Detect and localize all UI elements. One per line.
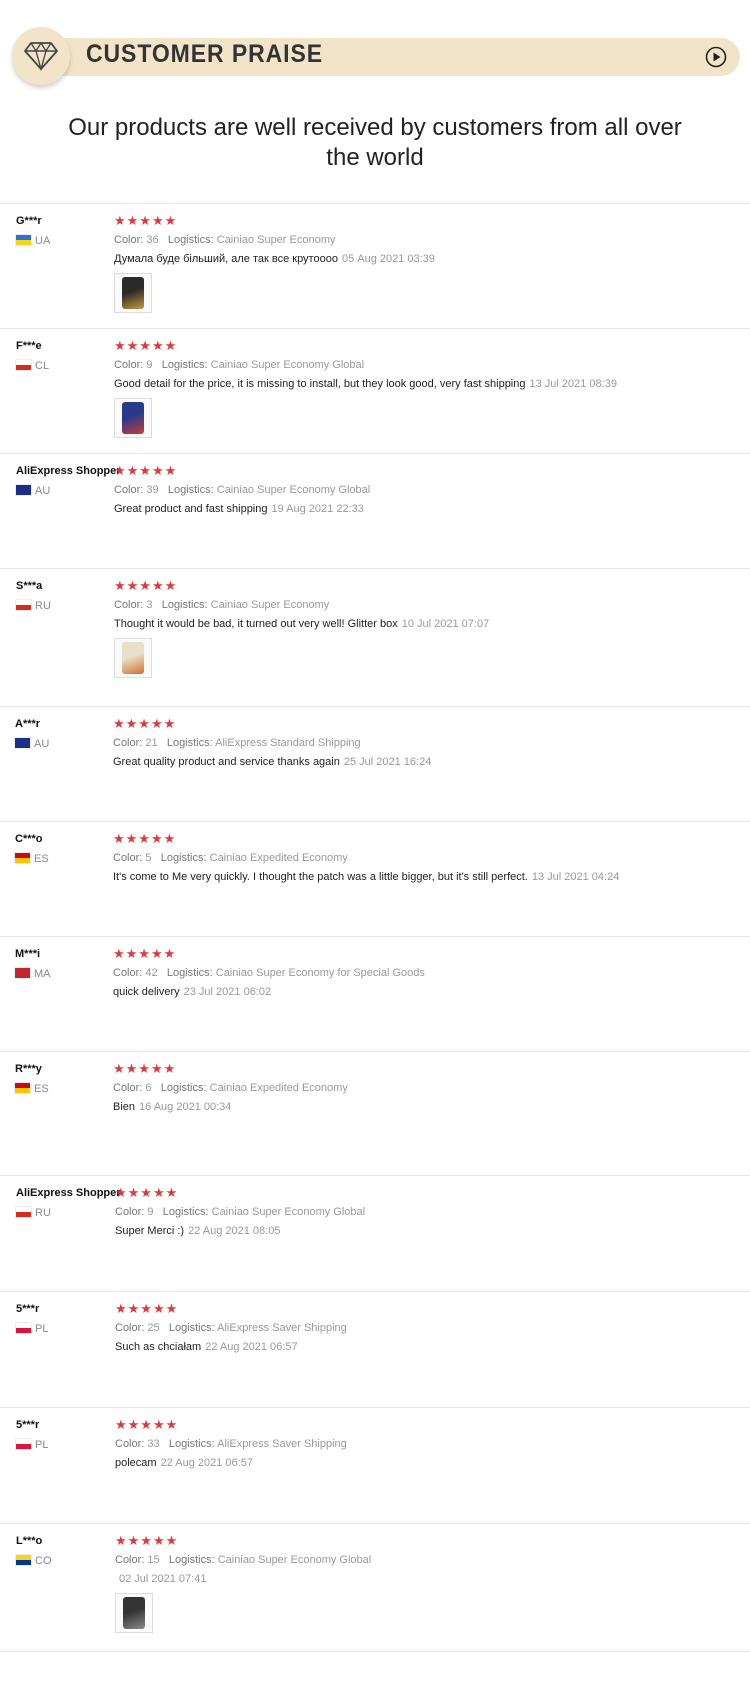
flag-icon [16, 1439, 31, 1449]
star-rating: ★★★★★ [114, 463, 178, 478]
flag-icon [16, 1555, 31, 1565]
review-text: quick delivery 23 Jul 2021 06:02 [113, 986, 272, 998]
reviewer-country: AU [15, 738, 49, 750]
review-text: Such as chciałam 22 Aug 2021 06:57 [115, 1341, 298, 1353]
review-divider [0, 203, 750, 204]
reviewer-country: PL [16, 1439, 48, 1451]
reviewer-country: UA [16, 235, 50, 247]
reviewer-country: RU [16, 600, 51, 612]
review-divider [0, 821, 750, 822]
reviewer-country: MA [15, 968, 51, 980]
flag-icon [16, 235, 31, 245]
star-rating: ★★★★★ [113, 831, 177, 846]
flag-icon [16, 1323, 31, 1333]
review-meta: Color: 6 Logistics: Cainiao Expedited Ec… [113, 1082, 348, 1094]
star-rating: ★★★★★ [114, 338, 178, 353]
reviewer-name: 5***r [16, 1419, 40, 1431]
review-divider [0, 1175, 750, 1176]
review-text: Thought it would be bad, it turned out v… [114, 618, 490, 630]
review-divider [0, 1291, 750, 1292]
star-rating: ★★★★★ [114, 213, 178, 228]
reviewer-country: CL [16, 360, 49, 372]
star-rating: ★★★★★ [115, 1417, 179, 1432]
flag-icon [15, 738, 30, 748]
flag-icon [16, 360, 31, 370]
flag-icon [15, 1083, 30, 1093]
reviewer-country: AU [16, 485, 50, 497]
star-rating: ★★★★★ [115, 1301, 179, 1316]
review-meta: Color: 39 Logistics: Cainiao Super Econo… [114, 484, 371, 496]
flag-icon [16, 485, 31, 495]
review-divider [0, 706, 750, 707]
star-rating: ★★★★★ [113, 716, 177, 731]
flag-icon [16, 600, 31, 610]
review-divider [0, 328, 750, 329]
reviewer-country: ES [15, 853, 49, 865]
review-divider [0, 936, 750, 937]
flag-icon [15, 853, 30, 863]
review-photo[interactable] [114, 398, 152, 438]
review-meta: Color: 36 Logistics: Cainiao Super Econo… [114, 234, 336, 246]
diamond-icon [24, 41, 58, 71]
star-rating: ★★★★★ [115, 1185, 179, 1200]
reviewer-name: L***o [16, 1535, 43, 1547]
review-meta: Color: 33 Logistics: AliExpress Saver Sh… [115, 1438, 347, 1450]
reviewer-name: C***o [15, 833, 43, 845]
reviewer-name: M***i [15, 948, 41, 960]
review-text: Super Merci :) 22 Aug 2021 08:05 [115, 1225, 281, 1237]
review-meta: Color: 15 Logistics: Cainiao Super Econo… [115, 1554, 372, 1566]
review-meta: Color: 9 Logistics: Cainiao Super Econom… [114, 359, 365, 371]
play-icon[interactable] [705, 46, 727, 68]
review-divider [0, 1407, 750, 1408]
review-divider [0, 1651, 750, 1652]
reviewer-name: G***r [16, 215, 42, 227]
reviewer-name: S***a [16, 580, 43, 592]
review-text: Great product and fast shipping 19 Aug 20… [114, 503, 364, 515]
flag-icon [16, 1207, 31, 1217]
review-divider [0, 1523, 750, 1524]
review-text: Great quality product and service thanks… [113, 756, 432, 768]
review-text: Думала буде більший, але так все крутооо… [114, 253, 435, 265]
reviewer-country: CO [16, 1555, 52, 1567]
reviewer-name: AliExpress Shopper [16, 465, 121, 477]
reviewer-name: AliExpress Shopper [16, 1187, 121, 1199]
review-text: Good detail for the price, it is missing… [114, 378, 617, 390]
star-rating: ★★★★★ [113, 1061, 177, 1076]
review-text: It's come to Me very quickly. I thought … [113, 871, 620, 883]
review-photo[interactable] [115, 1593, 153, 1633]
review-text: Bien 16 Aug 2021 00:34 [113, 1101, 232, 1113]
reviewer-name: R***y [15, 1063, 42, 1075]
reviewer-name: 5***r [16, 1303, 40, 1315]
reviewer-name: A***r [15, 718, 41, 730]
review-divider [0, 453, 750, 454]
page-title: CUSTOMER PRAISE [86, 40, 324, 68]
review-meta: Color: 3 Logistics: Cainiao Super Econom… [114, 599, 330, 611]
review-meta: Color: 21 Logistics: AliExpress Standard… [113, 737, 361, 749]
review-photo[interactable] [114, 273, 152, 313]
review-meta: Color: 5 Logistics: Cainiao Expedited Ec… [113, 852, 348, 864]
flag-icon [15, 968, 30, 978]
reviewer-name: F***e [16, 340, 42, 352]
diamond-badge [12, 27, 70, 85]
review-divider [0, 1051, 750, 1052]
star-rating: ★★★★★ [114, 578, 178, 593]
intro-text: Our products are well received by custom… [68, 114, 682, 171]
review-text: 02 Jul 2021 07:41 [119, 1573, 207, 1585]
reviewer-country: ES [15, 1083, 49, 1095]
reviewer-country: RU [16, 1207, 51, 1219]
star-rating: ★★★★★ [113, 946, 177, 961]
review-meta: Color: 25 Logistics: AliExpress Saver Sh… [115, 1322, 347, 1334]
review-divider [0, 568, 750, 569]
review-text: polecam 22 Aug 2021 06:57 [115, 1457, 253, 1469]
review-photo[interactable] [114, 638, 152, 678]
star-rating: ★★★★★ [115, 1533, 179, 1548]
reviewer-country: PL [16, 1323, 48, 1335]
review-meta: Color: 9 Logistics: Cainiao Super Econom… [115, 1206, 366, 1218]
review-meta: Color: 42 Logistics: Cainiao Super Econo… [113, 967, 425, 979]
